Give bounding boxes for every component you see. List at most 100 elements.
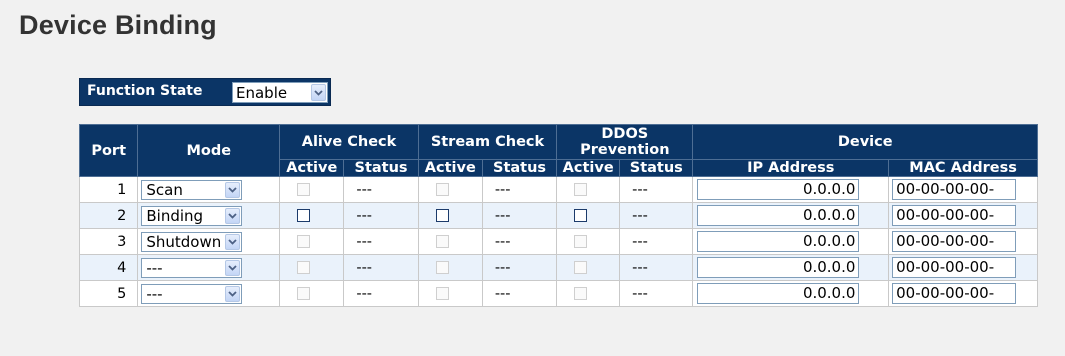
stream-active-checkbox[interactable]	[435, 209, 449, 222]
mode-select[interactable]: Binding	[141, 205, 243, 226]
mac-cell: 00-00-00-00-	[888, 202, 1038, 229]
port-number: 5	[78, 280, 139, 307]
chevron-down-icon[interactable]	[225, 181, 241, 198]
ip-cell: 0.0.0.0	[692, 202, 890, 229]
mode-select[interactable]: ---	[141, 283, 243, 304]
ip-address-input[interactable]: 0.0.0.0	[697, 205, 860, 226]
alive-status: ---	[343, 202, 419, 229]
table-row: 4 --- --- --- --- 0.0.0.0 00-00-00-00-	[78, 254, 1038, 281]
stream-active-cell	[417, 228, 483, 255]
mac-address-input[interactable]: 00-00-00-00-	[892, 231, 1017, 252]
port-number: 1	[78, 176, 139, 203]
function-state-value: Enable	[236, 84, 288, 102]
mode-value: ---	[146, 258, 163, 277]
mac-cell: 00-00-00-00-	[888, 176, 1038, 203]
ddos-status: ---	[619, 254, 694, 281]
ddos-active-checkbox[interactable]	[574, 183, 588, 196]
ip-cell: 0.0.0.0	[692, 228, 890, 255]
header-stream-check: Stream Check	[417, 124, 558, 160]
header-port: Port	[78, 124, 139, 177]
mac-address-input[interactable]: 00-00-00-00-	[892, 179, 1017, 200]
port-number: 3	[78, 228, 139, 255]
table-body: 1 Scan --- --- --- 0.0.0.0 00-00-00-00- 2 Bindin…	[78, 176, 1038, 307]
table-row: 2 Binding --- --- --- 0.0.0.0 00-00-00-00-	[78, 202, 1038, 229]
ip-address-input[interactable]: 0.0.0.0	[697, 231, 860, 252]
chevron-down-icon[interactable]	[225, 259, 241, 276]
header-stream-active: Active	[417, 159, 483, 177]
stream-status: ---	[481, 254, 558, 281]
alive-active-cell	[279, 228, 345, 255]
alive-active-checkbox[interactable]	[297, 287, 311, 300]
function-state-bar: Function State Enable	[79, 78, 331, 106]
header-mac-address: MAC Address	[888, 159, 1038, 177]
chevron-down-icon[interactable]	[225, 207, 241, 224]
chevron-down-icon[interactable]	[225, 233, 241, 250]
chevron-down-icon[interactable]	[311, 84, 326, 101]
ddos-status: ---	[619, 176, 694, 203]
header-ddos-status: Status	[619, 159, 694, 177]
ddos-active-checkbox[interactable]	[574, 287, 588, 300]
mac-address-input[interactable]: 00-00-00-00-	[892, 283, 1017, 304]
mode-select[interactable]: Scan	[141, 179, 243, 200]
stream-active-cell	[417, 280, 483, 307]
ddos-active-cell	[556, 254, 621, 281]
mode-cell: Scan	[137, 176, 281, 203]
ddos-status: ---	[619, 202, 694, 229]
mac-cell: 00-00-00-00-	[888, 280, 1038, 307]
table-row: 5 --- --- --- --- 0.0.0.0 00-00-00-00-	[78, 280, 1038, 307]
stream-status: ---	[481, 228, 558, 255]
alive-active-checkbox[interactable]	[297, 183, 311, 196]
function-state-select[interactable]: Enable	[232, 82, 328, 103]
ddos-active-cell	[556, 280, 621, 307]
stream-status: ---	[481, 280, 558, 307]
mac-cell: 00-00-00-00-	[888, 228, 1038, 255]
mode-cell: Binding	[137, 202, 281, 229]
ip-address-input[interactable]: 0.0.0.0	[697, 179, 860, 200]
ip-address-input[interactable]: 0.0.0.0	[697, 283, 860, 304]
header-alive-check: Alive Check	[279, 124, 419, 160]
mode-cell: ---	[137, 280, 281, 307]
header-ddos-line1: DDOS	[601, 126, 649, 142]
ip-cell: 0.0.0.0	[692, 176, 890, 203]
stream-status: ---	[481, 176, 558, 203]
header-stream-status: Status	[481, 159, 558, 177]
header-alive-active: Active	[279, 159, 345, 177]
chevron-down-icon[interactable]	[225, 285, 241, 302]
ip-cell: 0.0.0.0	[692, 280, 890, 307]
ddos-active-checkbox[interactable]	[574, 261, 588, 274]
alive-status: ---	[343, 176, 419, 203]
header-ddos-active: Active	[556, 159, 621, 177]
mode-value: Shutdown	[146, 232, 222, 251]
stream-active-checkbox[interactable]	[435, 235, 449, 248]
ddos-status: ---	[619, 280, 694, 307]
mode-select[interactable]: ---	[141, 257, 243, 278]
ddos-active-checkbox[interactable]	[574, 235, 588, 248]
alive-active-cell	[279, 176, 345, 203]
ddos-active-cell	[556, 202, 621, 229]
mac-address-input[interactable]: 00-00-00-00-	[892, 257, 1017, 278]
table-row: 1 Scan --- --- --- 0.0.0.0 00-00-00-00-	[78, 176, 1038, 203]
ddos-active-cell	[556, 176, 621, 203]
mac-address-input[interactable]: 00-00-00-00-	[892, 205, 1017, 226]
alive-status: ---	[343, 280, 419, 307]
alive-active-checkbox[interactable]	[297, 235, 311, 248]
mac-cell: 00-00-00-00-	[888, 254, 1038, 281]
table-row: 3 Shutdown --- --- --- 0.0.0.0 00-00-00-00-	[78, 228, 1038, 255]
ip-address-input[interactable]: 0.0.0.0	[697, 257, 860, 278]
stream-active-checkbox[interactable]	[435, 261, 449, 274]
header-alive-status: Status	[343, 159, 419, 177]
stream-active-checkbox[interactable]	[435, 287, 449, 300]
alive-active-checkbox[interactable]	[297, 261, 311, 274]
alive-active-checkbox[interactable]	[297, 209, 311, 222]
port-number: 2	[78, 202, 139, 229]
ddos-active-checkbox[interactable]	[574, 209, 588, 222]
ip-cell: 0.0.0.0	[692, 254, 890, 281]
stream-active-checkbox[interactable]	[435, 183, 449, 196]
header-ddos-line2: Prevention	[580, 142, 670, 158]
ddos-active-cell	[556, 228, 621, 255]
function-state-label: Function State	[87, 83, 203, 99]
mode-select[interactable]: Shutdown	[141, 231, 243, 252]
page-title: Device Binding	[19, 10, 217, 40]
alive-active-cell	[279, 202, 345, 229]
header-mode: Mode	[137, 124, 281, 177]
